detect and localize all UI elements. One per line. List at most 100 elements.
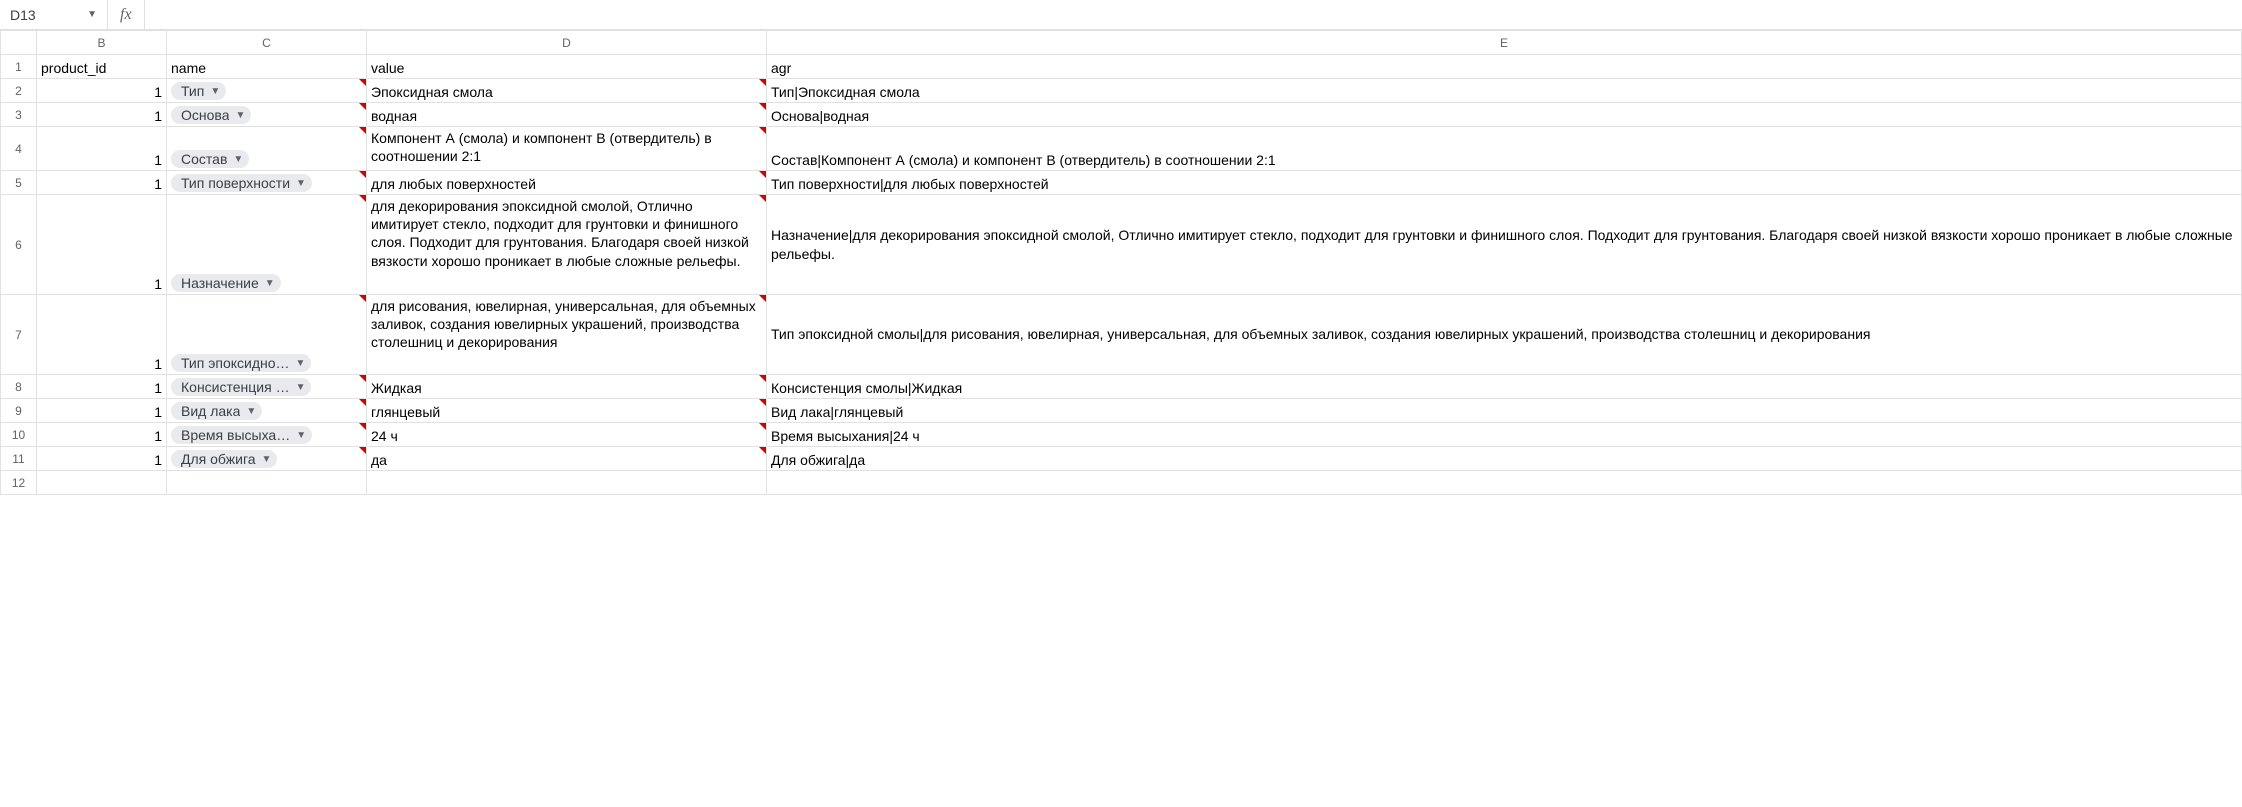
dropdown-chip[interactable]: Основа ▼ xyxy=(171,106,251,124)
chevron-down-icon: ▼ xyxy=(296,358,306,369)
row-header[interactable]: 6 xyxy=(1,195,37,295)
dropdown-chip[interactable]: Для обжига ▼ xyxy=(171,450,277,468)
cell-C1[interactable]: name xyxy=(167,55,367,79)
chip-label: Тип эпоксидно… xyxy=(181,355,290,371)
cell-D8[interactable]: Жидкая xyxy=(367,375,767,399)
row-header[interactable]: 12 xyxy=(1,471,37,495)
cell-E9[interactable]: Вид лака|глянцевый xyxy=(767,399,2242,423)
cell-D10[interactable]: 24 ч xyxy=(367,423,767,447)
cell-B5[interactable]: 1 xyxy=(37,171,167,195)
cell-B11[interactable]: 1 xyxy=(37,447,167,471)
cell-D3[interactable]: водная xyxy=(367,103,767,127)
cell-E7[interactable]: Тип эпоксидной смолы|для рисования, ювел… xyxy=(767,295,2242,375)
cell-C5[interactable]: Тип поверхности ▼ xyxy=(167,171,367,195)
row-header[interactable]: 11 xyxy=(1,447,37,471)
table-row: 9 1 Вид лака ▼ глянцевый Вид лака|глянце… xyxy=(1,399,2242,423)
cell-D12[interactable] xyxy=(367,471,767,495)
cell-B2[interactable]: 1 xyxy=(37,79,167,103)
cell-C3[interactable]: Основа ▼ xyxy=(167,103,367,127)
cell-D2[interactable]: Эпоксидная смола xyxy=(367,79,767,103)
cell-E2[interactable]: Тип|Эпоксидная смола xyxy=(767,79,2242,103)
chevron-down-icon: ▼ xyxy=(246,406,256,417)
cell-E3[interactable]: Основа|водная xyxy=(767,103,2242,127)
cell-E11[interactable]: Для обжига|да xyxy=(767,447,2242,471)
cell-E5[interactable]: Тип поверхности|для любых поверхностей xyxy=(767,171,2242,195)
dropdown-chip[interactable]: Тип ▼ xyxy=(171,82,226,100)
cell-C6[interactable]: Назначение ▼ xyxy=(167,195,367,295)
formula-input[interactable] xyxy=(145,0,2242,29)
select-all-corner[interactable] xyxy=(1,31,37,55)
name-box[interactable]: D13 ▼ xyxy=(0,0,108,29)
chevron-down-icon: ▼ xyxy=(262,454,272,465)
row-header[interactable]: 10 xyxy=(1,423,37,447)
cell-D1[interactable]: value xyxy=(367,55,767,79)
table-row: 7 1 Тип эпоксидно… ▼ для рисования, ювел… xyxy=(1,295,2242,375)
dropdown-chip[interactable]: Назначение ▼ xyxy=(171,274,281,292)
row-header[interactable]: 3 xyxy=(1,103,37,127)
cell-B10[interactable]: 1 xyxy=(37,423,167,447)
chip-label: Состав xyxy=(181,151,227,167)
dropdown-chip[interactable]: Тип эпоксидно… ▼ xyxy=(171,354,311,372)
chip-label: Основа xyxy=(181,107,229,123)
chip-label: Тип поверхности xyxy=(181,175,290,191)
cell-B4[interactable]: 1 xyxy=(37,127,167,171)
cell-C10[interactable]: Время высыха… ▼ xyxy=(167,423,367,447)
cell-E10[interactable]: Время высыхания|24 ч xyxy=(767,423,2242,447)
dropdown-chip[interactable]: Время высыха… ▼ xyxy=(171,426,312,444)
cell-C11[interactable]: Для обжига ▼ xyxy=(167,447,367,471)
cell-D4[interactable]: Компонент А (смола) и компонент В (отвер… xyxy=(367,127,767,171)
formula-bar: D13 ▼ fx xyxy=(0,0,2242,30)
cell-D9[interactable]: глянцевый xyxy=(367,399,767,423)
cell-C9[interactable]: Вид лака ▼ xyxy=(167,399,367,423)
cell-B1[interactable]: product_id xyxy=(37,55,167,79)
cell-E4[interactable]: Состав|Компонент А (смола) и компонент В… xyxy=(767,127,2242,171)
table-row: 6 1 Назначение ▼ для декорирования эпокс… xyxy=(1,195,2242,295)
cell-B6[interactable]: 1 xyxy=(37,195,167,295)
chevron-down-icon[interactable]: ▼ xyxy=(81,9,103,20)
cell-D6[interactable]: для декорирования эпоксидной смолой, Отл… xyxy=(367,195,767,295)
dropdown-chip[interactable]: Состав ▼ xyxy=(171,150,249,168)
cell-E12[interactable] xyxy=(767,471,2242,495)
dropdown-chip[interactable]: Тип поверхности ▼ xyxy=(171,174,312,192)
col-header-E[interactable]: E xyxy=(767,31,2242,55)
cell-E1[interactable]: agr xyxy=(767,55,2242,79)
cell-D5[interactable]: для любых поверхностей xyxy=(367,171,767,195)
cell-B7[interactable]: 1 xyxy=(37,295,167,375)
col-header-B[interactable]: B xyxy=(37,31,167,55)
row-header[interactable]: 5 xyxy=(1,171,37,195)
cell-E8[interactable]: Консистенция смолы|Жидкая xyxy=(767,375,2242,399)
col-header-C[interactable]: C xyxy=(167,31,367,55)
table-row: 5 1 Тип поверхности ▼ для любых поверхно… xyxy=(1,171,2242,195)
row-header[interactable]: 9 xyxy=(1,399,37,423)
cell-B8[interactable]: 1 xyxy=(37,375,167,399)
cell-C8[interactable]: Консистенция … ▼ xyxy=(167,375,367,399)
cell-D7[interactable]: для рисования, ювелирная, универсальная,… xyxy=(367,295,767,375)
chevron-down-icon: ▼ xyxy=(235,110,245,121)
cell-B3[interactable]: 1 xyxy=(37,103,167,127)
row-header[interactable]: 7 xyxy=(1,295,37,375)
row-header[interactable]: 1 xyxy=(1,55,37,79)
chip-label: Тип xyxy=(181,83,204,99)
chip-label: Время высыха… xyxy=(181,427,290,443)
row-header[interactable]: 4 xyxy=(1,127,37,171)
spreadsheet-grid[interactable]: B C D E 1 product_id name value agr 2 1 … xyxy=(0,30,2242,495)
chevron-down-icon: ▼ xyxy=(233,154,243,165)
chevron-down-icon: ▼ xyxy=(265,278,275,289)
col-header-D[interactable]: D xyxy=(367,31,767,55)
cell-E6[interactable]: Назначение|для декорирования эпоксидной … xyxy=(767,195,2242,295)
column-header-row: B C D E xyxy=(1,31,2242,55)
dropdown-chip[interactable]: Консистенция … ▼ xyxy=(171,378,311,396)
cell-C12[interactable] xyxy=(167,471,367,495)
table-row: 11 1 Для обжига ▼ да Для обжига|да xyxy=(1,447,2242,471)
cell-B9[interactable]: 1 xyxy=(37,399,167,423)
cell-D11[interactable]: да xyxy=(367,447,767,471)
cell-B12[interactable] xyxy=(37,471,167,495)
cell-C4[interactable]: Состав ▼ xyxy=(167,127,367,171)
dropdown-chip[interactable]: Вид лака ▼ xyxy=(171,402,262,420)
table-row: 3 1 Основа ▼ водная Основа|водная xyxy=(1,103,2242,127)
chip-label: Консистенция … xyxy=(181,379,290,395)
row-header[interactable]: 2 xyxy=(1,79,37,103)
row-header[interactable]: 8 xyxy=(1,375,37,399)
cell-C2[interactable]: Тип ▼ xyxy=(167,79,367,103)
cell-C7[interactable]: Тип эпоксидно… ▼ xyxy=(167,295,367,375)
